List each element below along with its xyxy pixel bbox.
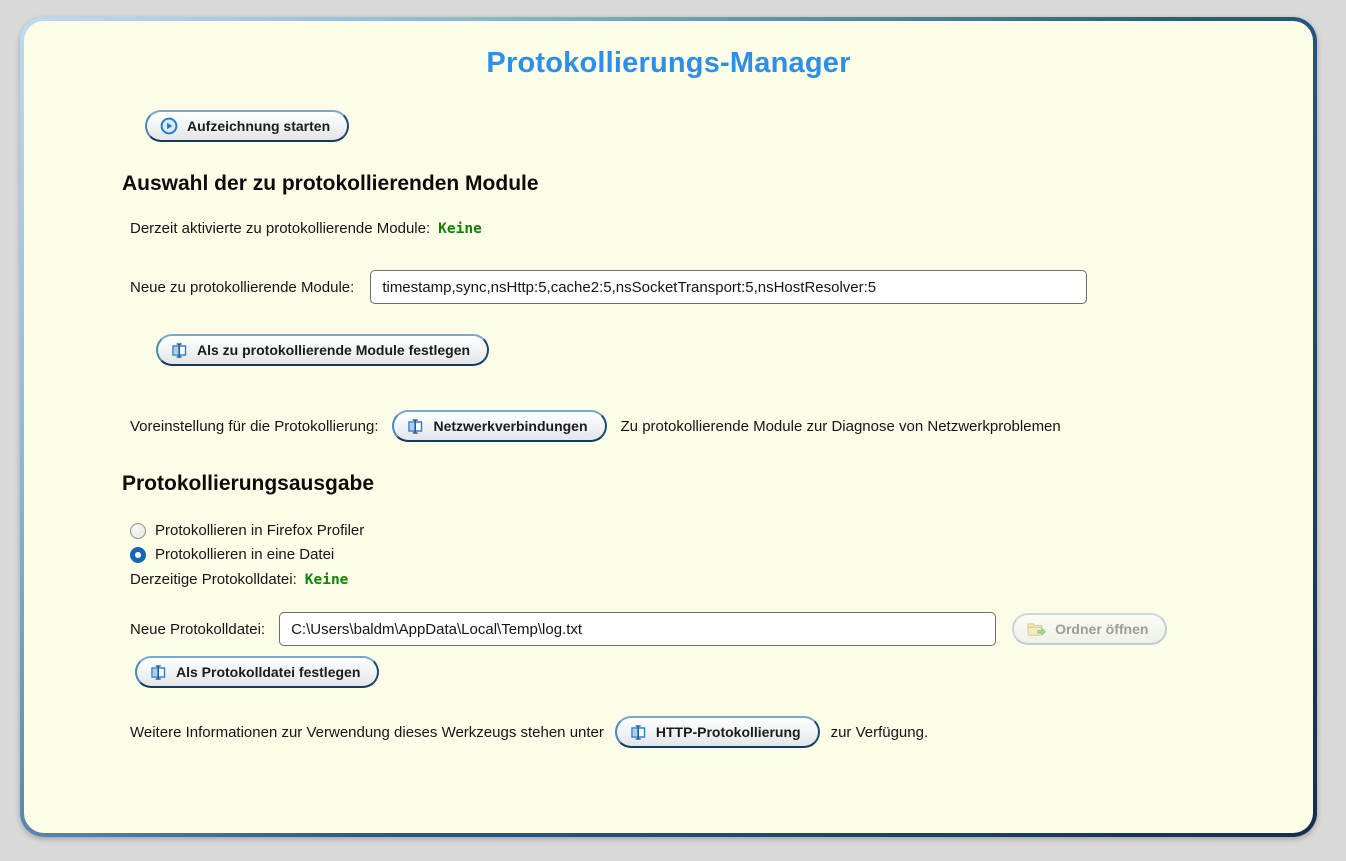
radio-profiler-circle[interactable] (130, 522, 146, 539)
new-file-input[interactable] (279, 612, 997, 646)
open-folder-button[interactable]: Ordner öffnen (1012, 613, 1168, 645)
preset-description: Zu protokollierende Module zur Diagnose … (620, 417, 1061, 435)
window-splitter-icon (150, 664, 167, 680)
start-logging-button[interactable]: Aufzeichnung starten (145, 110, 350, 142)
http-logging-link-label: HTTP-Protokollierung (655, 724, 801, 740)
start-logging-label: Aufzeichnung starten (187, 118, 331, 134)
footer-text-before: Weitere Informationen zur Verwendung die… (130, 723, 604, 741)
new-modules-input[interactable] (370, 270, 1088, 304)
preset-label: Voreinstellung für die Protokollierung: (130, 417, 379, 435)
radio-file-label: Protokollieren in eine Datei (155, 546, 335, 563)
current-modules-value: Keine (438, 220, 482, 237)
preset-dropdown-button[interactable]: Netzwerkverbindungen (392, 410, 607, 442)
current-file-value: Keine (304, 571, 349, 588)
main-card: Protokollierungs-Manager Aufzeichnung st… (24, 21, 1313, 833)
radio-option-profiler[interactable]: Protokollieren in Firefox Profiler (130, 522, 1273, 539)
open-folder-icon (1027, 622, 1047, 637)
play-icon (160, 117, 178, 135)
main-card-border: Protokollierungs-Manager Aufzeichnung st… (20, 17, 1317, 837)
preset-dropdown-label: Netzwerkverbindungen (433, 418, 588, 434)
output-section-heading: Protokollierungsausgabe (122, 472, 375, 495)
set-modules-button[interactable]: Als zu protokollierende Module festlegen (156, 334, 490, 366)
open-folder-label: Ordner öffnen (1055, 621, 1149, 637)
page-title: Protokollierungs-Manager (486, 47, 851, 79)
new-file-label: Neue Protokolldatei: (130, 620, 266, 638)
current-modules-label: Derzeit aktivierte zu protokollierende M… (130, 220, 431, 237)
footer-text-after: zur Verfügung. (830, 723, 929, 741)
current-file-label: Derzeitige Protokolldatei: (130, 571, 297, 588)
set-logfile-button[interactable]: Als Protokolldatei festlegen (135, 656, 380, 688)
radio-option-file[interactable]: Protokollieren in eine Datei (130, 546, 1273, 563)
window-splitter-icon (407, 418, 424, 434)
http-logging-link-button[interactable]: HTTP-Protokollierung (614, 716, 820, 748)
window-splitter-icon (630, 724, 647, 740)
set-logfile-label: Als Protokolldatei festlegen (176, 664, 361, 680)
modules-section-heading: Auswahl der zu protokollierenden Module (122, 172, 539, 195)
new-modules-label: Neue zu protokollierende Module: (130, 278, 355, 296)
window-splitter-icon (171, 342, 188, 358)
radio-profiler-label: Protokollieren in Firefox Profiler (155, 522, 365, 539)
set-modules-label: Als zu protokollierende Module festlegen (197, 342, 471, 358)
radio-file-circle[interactable] (130, 546, 146, 563)
